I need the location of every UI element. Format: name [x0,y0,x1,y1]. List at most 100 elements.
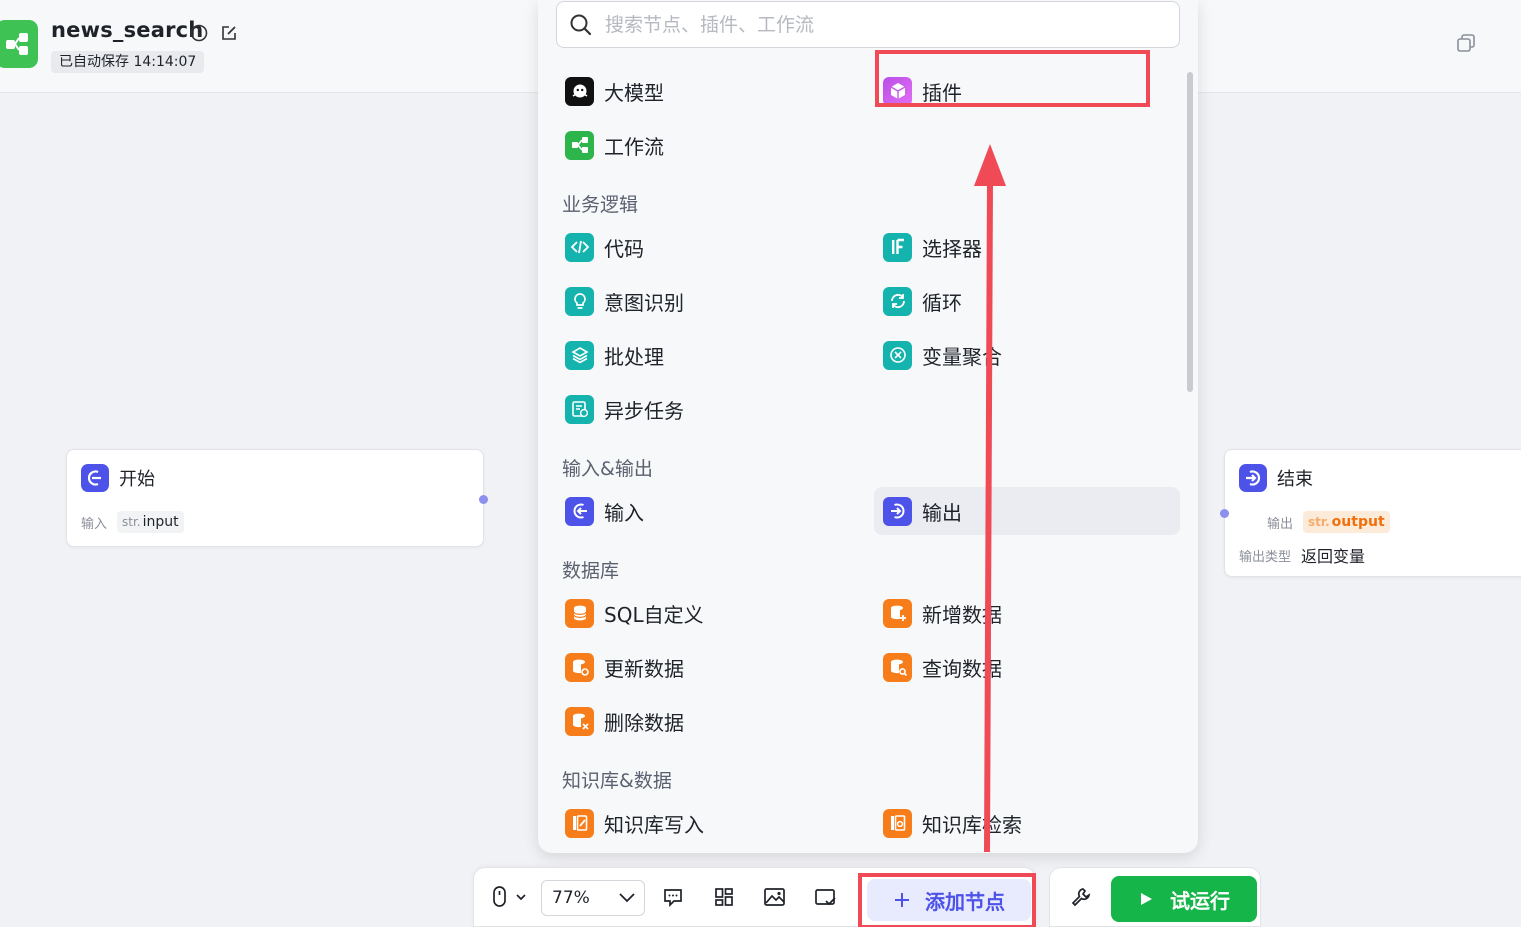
menu-item-knowledge-search[interactable]: 知识库检索 [874,799,1174,847]
wrench-icon [1071,888,1091,907]
comment-button[interactable] [660,884,686,910]
layout-button[interactable] [711,884,737,910]
lightbulb-icon [565,286,594,316]
start-output-port[interactable] [479,495,488,504]
annotation-box-plugin [875,50,1150,107]
zoom-select[interactable]: 77% [541,880,645,916]
menu-item-label: 循环 [922,290,962,315]
node-search-box[interactable] [556,1,1180,48]
end-node[interactable]: 结束 输出 str. output 输出类型 返回变量 [1220,449,1521,577]
menu-item-llm[interactable]: 大模型 [556,67,856,115]
menu-item-var-aggregate[interactable]: 变量聚合 [874,331,1174,379]
knowledge-write-icon [565,808,594,838]
input-icon [565,496,594,526]
test-run-button[interactable]: 试运行 [1111,876,1257,922]
edit-icon[interactable] [219,23,239,43]
section-knowledge: 知识库&数据 [562,770,672,792]
section-business-logic: 业务逻辑 [562,194,639,216]
start-node-title: 开始 [119,469,155,490]
end-output-kind-label: 输出类型 [1239,549,1292,565]
database-update-icon [565,652,594,682]
image-icon [764,888,785,906]
menu-item-sql[interactable]: SQL自定义 [556,589,856,637]
menu-item-delete-data[interactable]: 删除数据 [556,697,856,745]
grid-layout-icon [715,888,733,906]
test-run-label: 试运行 [1170,888,1230,913]
menu-item-async-task[interactable]: 异步任务 [556,385,856,433]
menu-item-input[interactable]: 输入 [556,487,856,535]
menu-item-label: SQL自定义 [604,602,704,627]
menu-item-label: 意图识别 [604,290,684,315]
layers-icon [565,340,594,370]
info-icon[interactable] [189,23,209,43]
run-toolbar: 试运行 [1049,867,1261,927]
output-icon [883,496,912,526]
code-icon [565,232,594,262]
start-node-icon [81,464,109,492]
node-search-input[interactable] [605,13,1145,36]
minimap-icon [815,889,836,906]
debug-settings-button[interactable] [1068,884,1094,910]
menu-item-selector[interactable]: 选择器 [874,223,1174,271]
section-input-output: 输入&输出 [562,458,653,480]
zoom-value: 77% [552,888,590,908]
llm-icon [565,76,594,106]
comment-icon [664,889,682,908]
menu-item-label: 删除数据 [604,710,684,735]
menu-item-query-data[interactable]: 查询数据 [874,643,1174,691]
menu-item-label: 代码 [604,236,644,261]
workflow-app-icon [0,20,38,68]
workflow-title: news_search [51,18,204,42]
panel-scrollbar[interactable] [1187,72,1193,392]
async-task-icon [565,394,594,424]
menu-item-label: 输入 [604,500,644,525]
end-output-kind: 返回变量 [1301,547,1366,566]
variable-aggregate-icon [883,340,912,370]
minimap-button[interactable] [813,884,839,910]
end-output-type: str. [1308,515,1330,529]
end-output-label: 输出 [1267,516,1294,532]
menu-item-intent[interactable]: 意图识别 [556,277,856,325]
database-search-icon [883,652,912,682]
copy-window-icon[interactable] [1456,33,1478,55]
menu-item-label: 知识库写入 [604,812,704,837]
database-icon [565,598,594,628]
knowledge-search-icon [883,808,912,838]
mouse-icon [493,886,526,907]
end-node-icon [1239,464,1267,492]
if-selector-icon [883,232,912,262]
play-icon [1141,893,1152,905]
menu-item-code[interactable]: 代码 [556,223,856,271]
search-icon [570,14,592,35]
chevron-down-icon [619,893,635,903]
start-input-type: str. [122,515,141,529]
database-delete-icon [565,706,594,736]
end-node-title: 结束 [1277,469,1313,490]
database-add-icon [883,598,912,628]
start-input-label: 输入 [81,516,108,532]
menu-item-label: 工作流 [604,134,664,159]
section-database: 数据库 [562,560,620,582]
menu-item-workflow[interactable]: 工作流 [556,121,856,169]
menu-item-label: 异步任务 [604,398,684,423]
end-output-name: output [1331,514,1385,530]
menu-item-output[interactable]: 输出 [874,487,1180,535]
annotation-arrow [974,144,1006,853]
menu-item-batch[interactable]: 批处理 [556,331,856,379]
menu-item-knowledge-write[interactable]: 知识库写入 [556,799,856,847]
menu-item-label: 输出 [922,500,962,525]
annotation-box-add-node [858,873,1036,927]
image-export-button[interactable] [762,884,788,910]
menu-item-label: 批处理 [604,344,664,369]
menu-item-insert-data[interactable]: 新增数据 [874,589,1174,637]
start-input-name: input [142,514,179,530]
add-node-panel: 大模型 插件 工作流 业务逻辑 代码 选择器 意图识别 循环 [538,0,1198,853]
menu-item-update-data[interactable]: 更新数据 [556,643,856,691]
loop-icon [883,286,912,316]
menu-item-loop[interactable]: 循环 [874,277,1174,325]
start-node[interactable]: 开始 输入 str. input [66,449,488,547]
end-output-tag: str. output [1303,511,1390,533]
mouse-mode-button[interactable] [486,884,530,910]
end-input-port[interactable] [1220,509,1229,518]
start-input-tag: str. input [117,511,184,533]
